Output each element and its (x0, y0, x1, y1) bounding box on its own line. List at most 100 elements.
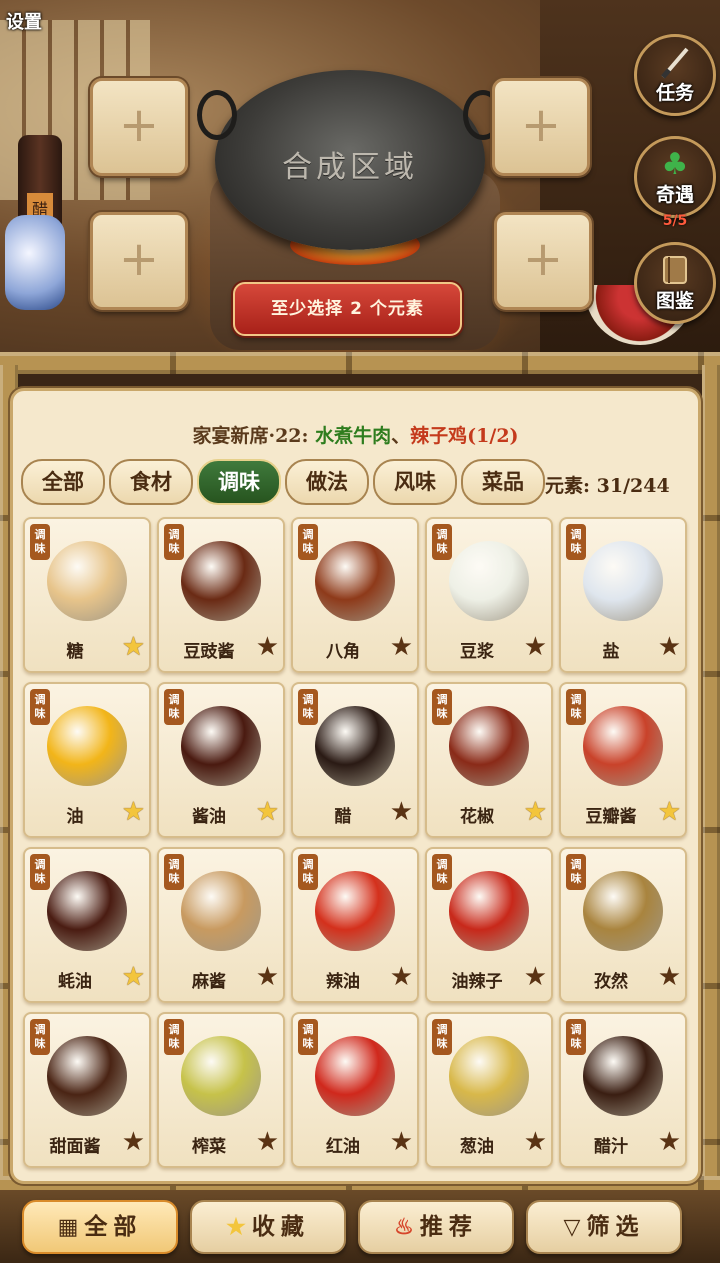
tab-ingredients[interactable]: 食材 (109, 459, 193, 505)
encounter-button[interactable]: ♣ 奇遇 5/5 (634, 136, 716, 229)
element-name: 八角 (326, 642, 360, 662)
category-tag: 调味 (30, 1019, 50, 1055)
favorite-star-icon[interactable]: ★ (122, 633, 145, 661)
favorite-star-icon[interactable]: ★ (390, 963, 413, 991)
encounter-count: 5/5 (662, 213, 688, 229)
porcelain-jar-decor (5, 215, 65, 310)
element-card[interactable]: 调味 豆浆 ★ (425, 517, 553, 673)
favorite-star-icon[interactable]: ★ (122, 963, 145, 991)
favorite-star-icon[interactable]: ★ (256, 963, 279, 991)
element-name: 醋汁 (594, 1137, 628, 1157)
nav-favorites-button[interactable]: ★ 收藏 (190, 1200, 346, 1254)
category-tag: 调味 (432, 854, 452, 890)
favorite-star-icon[interactable]: ★ (524, 963, 547, 991)
element-illustration (181, 706, 261, 786)
element-name: 豆瓣酱 (585, 807, 637, 827)
element-illustration (315, 1036, 395, 1116)
tab-dishes[interactable]: 菜品 (461, 459, 545, 505)
element-name: 辣油 (326, 972, 360, 992)
task-button[interactable]: 任务 (634, 34, 716, 116)
tab-method[interactable]: 做法 (285, 459, 369, 505)
element-card[interactable]: 调味 豆豉酱 ★ (157, 517, 285, 673)
synthesis-area-label: 合成区域 (282, 150, 418, 185)
element-illustration (315, 541, 395, 621)
element-card[interactable]: 调味 红油 ★ (291, 1012, 419, 1168)
codex-button[interactable]: 图鉴 (634, 242, 716, 324)
element-card[interactable]: 调味 醋汁 ★ (559, 1012, 687, 1168)
favorite-star-icon[interactable]: ★ (524, 1128, 547, 1156)
category-tag: 调味 (164, 524, 184, 560)
plus-icon: + (522, 231, 564, 287)
element-card[interactable]: 调味 孜然 ★ (559, 847, 687, 1003)
favorite-star-icon[interactable]: ★ (524, 633, 547, 661)
element-illustration (583, 706, 663, 786)
tab-seasoning[interactable]: 调味 (197, 459, 281, 505)
element-illustration (47, 706, 127, 786)
category-tag: 调味 (566, 689, 586, 725)
favorite-star-icon[interactable]: ★ (390, 1128, 413, 1156)
ingredient-slot-3[interactable]: + (492, 78, 590, 176)
quest-dish-b[interactable]: 辣子鸡(1/2) (410, 425, 518, 447)
element-card[interactable]: 调味糖 ★ (23, 517, 151, 673)
plus-icon: + (520, 97, 562, 153)
category-tag: 调味 (298, 854, 318, 890)
favorite-star-icon[interactable]: ★ (658, 963, 681, 991)
nav-filter-button[interactable]: ▽ 筛选 (526, 1200, 682, 1254)
element-card[interactable]: 调味豆瓣酱 ★ (559, 682, 687, 838)
tab-all[interactable]: 全部 (21, 459, 105, 505)
element-illustration (181, 541, 261, 621)
element-name: 葱油 (460, 1137, 494, 1157)
favorite-star-icon[interactable]: ★ (256, 1128, 279, 1156)
tab-flavor[interactable]: 风味 (373, 459, 457, 505)
wok-synthesis-area[interactable]: 合成区域 (197, 70, 503, 250)
element-card[interactable]: 调味 花椒 ★ (425, 682, 553, 838)
favorite-star-icon[interactable]: ★ (524, 798, 547, 826)
quest-dish-a[interactable]: 水煮牛肉 (315, 425, 391, 447)
element-illustration (583, 1036, 663, 1116)
hint-banner: 至少选择 2 个元素 (233, 282, 462, 336)
element-card[interactable]: 调味 八角 ★ (291, 517, 419, 673)
element-illustration (583, 871, 663, 951)
elements-panel: 家宴新席·22: 水煮牛肉、辣子鸡(1/2) 全部 食材 调味 做法 风味 菜品… (10, 388, 701, 1184)
favorite-star-icon[interactable]: ★ (658, 1128, 681, 1156)
ingredient-slot-2[interactable]: + (90, 212, 188, 310)
ingredient-slot-4[interactable]: + (494, 212, 592, 310)
element-card[interactable]: 调味盐 ★ (559, 517, 687, 673)
element-illustration (449, 871, 529, 951)
element-card[interactable]: 调味 麻酱 ★ (157, 847, 285, 1003)
plus-icon: + (118, 97, 160, 153)
element-name: 麻酱 (192, 972, 226, 992)
element-card[interactable]: 调味 油辣子 ★ (425, 847, 553, 1003)
category-tag: 调味 (298, 1019, 318, 1055)
quest-line: 家宴新席·22: 水煮牛肉、辣子鸡(1/2) (13, 421, 698, 448)
settings-button[interactable]: 设置 (6, 8, 42, 34)
favorite-star-icon[interactable]: ★ (122, 1128, 145, 1156)
element-card[interactable]: 调味 葱油 ★ (425, 1012, 553, 1168)
ingredient-slot-1[interactable]: + (90, 78, 188, 176)
element-name: 糖 (66, 642, 84, 662)
element-illustration (47, 871, 127, 951)
favorite-star-icon[interactable]: ★ (256, 798, 279, 826)
element-card[interactable]: 调味 甜面酱 ★ (23, 1012, 151, 1168)
element-name: 蚝油 (58, 972, 92, 992)
element-card[interactable]: 调味 蚝油 ★ (23, 847, 151, 1003)
element-name: 花椒 (460, 807, 494, 827)
favorite-star-icon[interactable]: ★ (256, 633, 279, 661)
favorite-star-icon[interactable]: ★ (122, 798, 145, 826)
nav-all-button[interactable]: ▦ 全部 (22, 1200, 178, 1254)
element-card[interactable]: 调味辣油 ★ (291, 847, 419, 1003)
favorite-star-icon[interactable]: ★ (658, 798, 681, 826)
codex-label: 图鉴 (655, 290, 694, 312)
element-card[interactable]: 调味醋 ★ (291, 682, 419, 838)
wok-handle-left (197, 90, 237, 140)
category-tag: 调味 (30, 524, 50, 560)
element-card[interactable]: 调味油 ★ (23, 682, 151, 838)
element-card[interactable]: 调味 酱油 ★ (157, 682, 285, 838)
bamboo-rail-top (0, 352, 720, 374)
favorite-star-icon[interactable]: ★ (658, 633, 681, 661)
element-card[interactable]: 调味 榨菜 ★ (157, 1012, 285, 1168)
nav-recommend-button[interactable]: ♨ 推荐 (358, 1200, 514, 1254)
nav-recommend-label: 推荐 (419, 1213, 478, 1240)
favorite-star-icon[interactable]: ★ (390, 798, 413, 826)
favorite-star-icon[interactable]: ★ (390, 633, 413, 661)
